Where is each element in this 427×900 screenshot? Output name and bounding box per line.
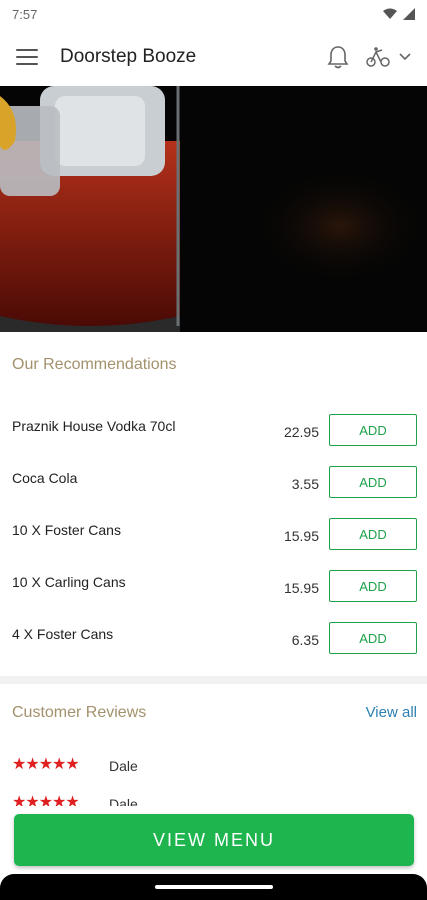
wifi-icon xyxy=(383,8,397,19)
app-title: Doorstep Booze xyxy=(60,46,197,67)
list-item: Praznik House Vodka 70cl 22.95 ADD xyxy=(0,414,427,466)
view-all-link[interactable]: View all xyxy=(366,704,417,721)
bell-icon[interactable] xyxy=(327,45,349,69)
status-time: 7:57 xyxy=(12,6,38,22)
add-button[interactable]: ADD xyxy=(329,570,417,602)
home-handle[interactable] xyxy=(155,885,273,889)
reviewer-name: Dale xyxy=(109,796,138,806)
add-button[interactable]: ADD xyxy=(329,414,417,446)
rating-stars: ★★★★★ xyxy=(12,794,79,806)
product-name: 4 X Foster Cans xyxy=(12,626,114,642)
list-item: 10 X Foster Cans 15.95 ADD xyxy=(0,518,427,570)
chevron-down-icon[interactable] xyxy=(399,50,411,64)
rating-stars: ★★★★★ xyxy=(12,756,80,773)
product-name: 10 X Foster Cans xyxy=(12,522,121,538)
product-name: 10 X Carling Cans xyxy=(12,574,126,590)
list-item: 10 X Carling Cans 15.95 ADD xyxy=(0,570,427,622)
section-divider xyxy=(0,676,427,684)
hamburger-icon[interactable] xyxy=(16,49,38,65)
status-icons xyxy=(383,8,415,20)
product-price: 6.35 xyxy=(291,632,319,648)
signal-icon xyxy=(403,8,415,20)
bikes-icon[interactable] xyxy=(365,46,391,68)
product-price: 15.95 xyxy=(283,580,319,596)
product-price: 15.95 xyxy=(283,528,319,544)
reviews-section: Customer Reviews View all xyxy=(0,704,427,722)
product-name: Coca Cola xyxy=(12,470,78,486)
add-button[interactable]: ADD xyxy=(329,518,417,550)
list-item: Coca Cola 3.55 ADD xyxy=(0,466,427,518)
product-price: 22.95 xyxy=(283,424,319,440)
product-name: Praznik House Vodka 70cl xyxy=(12,418,176,434)
view-menu-button[interactable]: VIEW MENU xyxy=(14,814,414,866)
add-button[interactable]: ADD xyxy=(329,622,417,654)
status-bar: 7:57 xyxy=(0,0,427,28)
section-title: Our Recommendations xyxy=(12,356,177,373)
section-title: Customer Reviews xyxy=(12,704,147,721)
add-button[interactable]: ADD xyxy=(329,466,417,498)
list-item: 4 X Foster Cans 6.35 ADD xyxy=(0,622,427,674)
app-bar: Doorstep Booze xyxy=(0,28,427,86)
reviewer-name: Dale xyxy=(109,758,138,774)
system-nav-bar xyxy=(0,874,427,900)
recommendations-section: Our Recommendations xyxy=(0,356,427,374)
product-price: 3.55 xyxy=(291,476,319,492)
hero-image xyxy=(0,86,427,332)
